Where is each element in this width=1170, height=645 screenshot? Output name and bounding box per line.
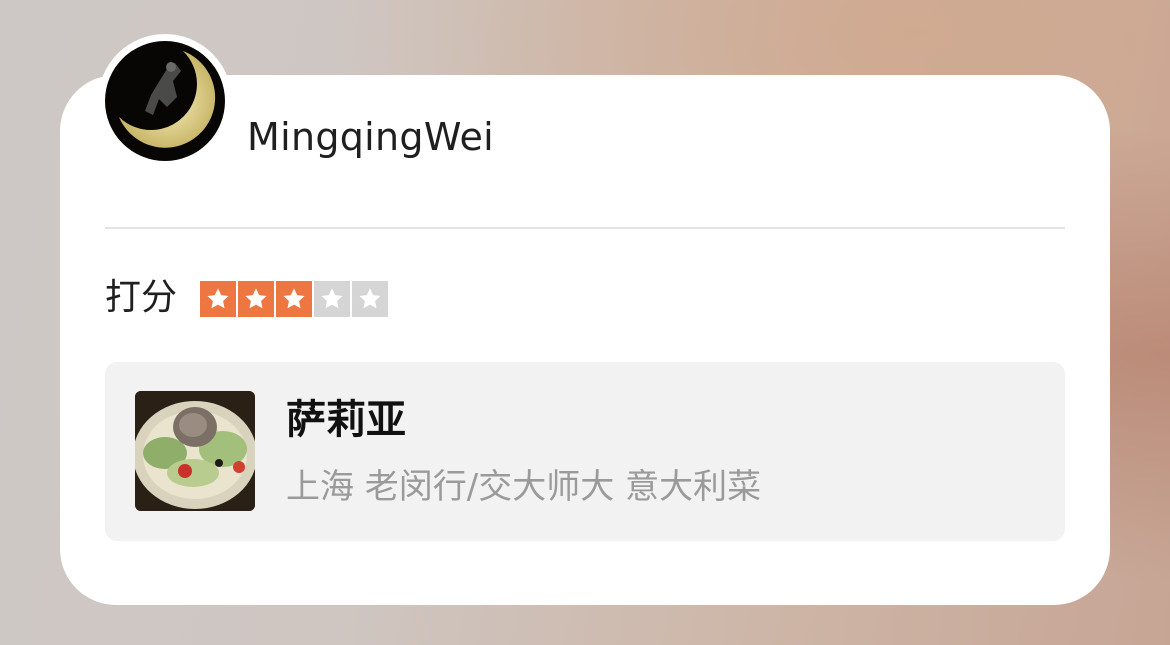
username[interactable]: MingqingWei — [247, 114, 494, 160]
shop-thumbnail — [135, 391, 255, 511]
star-icon — [352, 281, 388, 317]
star-icon — [276, 281, 312, 317]
shop-card[interactable]: 萨莉亚 上海 老闵行/交大师大 意大利菜 — [105, 362, 1065, 541]
avatar[interactable] — [98, 34, 232, 168]
shop-meta: 上海 老闵行/交大师大 意大利菜 — [286, 467, 762, 507]
star-rating — [200, 281, 388, 317]
shop-name: 萨莉亚 — [286, 397, 406, 443]
star-icon — [200, 281, 236, 317]
divider — [105, 227, 1065, 229]
star-icon — [238, 281, 274, 317]
rating-label: 打分 — [105, 277, 178, 318]
star-icon — [314, 281, 350, 317]
avatar-image — [105, 41, 225, 161]
